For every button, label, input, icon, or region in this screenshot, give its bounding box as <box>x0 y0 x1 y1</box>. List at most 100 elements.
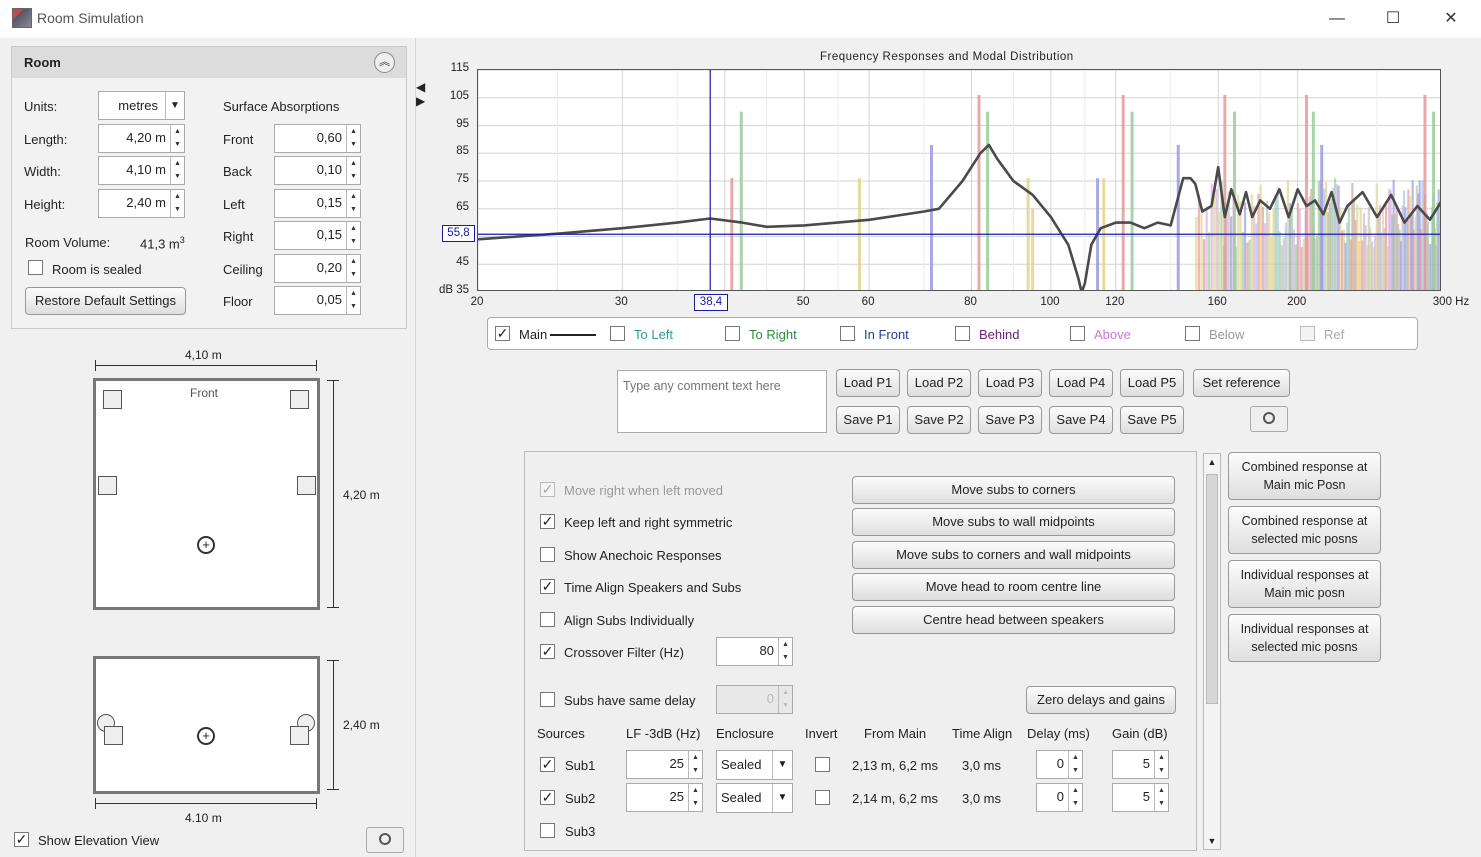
options-scrollbar[interactable]: ▲ ▼ <box>1203 453 1221 850</box>
lf-stepper-arrows-icon[interactable]: ▲ ▼ <box>688 751 702 778</box>
modal-bar <box>1298 208 1301 290</box>
chart-camera-snapshot-icon[interactable] <box>1250 406 1288 432</box>
speaker-front-right-icon[interactable] <box>290 390 309 409</box>
legend-label-above: Above <box>1094 327 1131 342</box>
delay-stepper-arrows-icon[interactable]: ▲ ▼ <box>1068 751 1082 778</box>
sub-right-elevation-icon[interactable] <box>290 726 309 745</box>
maximize-button[interactable]: ☐ <box>1370 4 1416 34</box>
sub-right-icon[interactable] <box>297 476 316 495</box>
length-stepper-arrows-icon[interactable]: ▲ ▼ <box>170 125 184 152</box>
x-tick-label: 20 <box>470 296 484 308</box>
modal-bar <box>1423 94 1427 290</box>
legend-checkbox-above[interactable] <box>1070 326 1085 341</box>
action-button-5[interactable]: Centre head between speakers <box>852 606 1175 634</box>
keep-symmetric-checkbox[interactable]: ✓ <box>540 514 555 529</box>
invert-checkbox[interactable] <box>815 790 830 805</box>
frequency-response-plot[interactable] <box>477 69 1441 291</box>
listener-head-icon[interactable]: + <box>197 536 215 554</box>
load-p1-button[interactable]: Load P1 <box>836 369 900 397</box>
room-sealed-checkbox[interactable] <box>28 260 43 275</box>
load-p3-button[interactable]: Load P3 <box>978 369 1042 397</box>
modal-bar <box>1176 144 1180 290</box>
legend-checkbox-behind[interactable] <box>955 326 970 341</box>
load-p5-button[interactable]: Load P5 <box>1120 369 1184 397</box>
scrollbar-thumb[interactable] <box>1206 474 1218 704</box>
room-elevation-view[interactable] <box>93 656 320 794</box>
enclosure-dropdown-arrow-icon[interactable]: ▼ <box>772 751 792 779</box>
source-checkbox-sub3[interactable] <box>540 823 555 838</box>
set-reference-button[interactable]: Set reference <box>1193 369 1290 397</box>
scroll-up-icon[interactable]: ▲ <box>1204 454 1220 470</box>
enclosure-dropdown-arrow-icon[interactable]: ▼ <box>772 784 792 812</box>
side-response-button-2[interactable]: Combined response at selected mic posns <box>1228 506 1381 554</box>
legend-checkbox-in-front[interactable] <box>840 326 855 341</box>
invert-checkbox[interactable] <box>815 757 830 772</box>
sub-left-icon[interactable] <box>98 476 117 495</box>
modal-bar <box>1268 212 1271 290</box>
x-tick-label: 100 <box>1040 296 1060 308</box>
gain-stepper-arrows-icon[interactable]: ▲ ▼ <box>1154 751 1168 778</box>
minimize-button[interactable]: — <box>1314 4 1360 34</box>
save-p5-button[interactable]: Save P5 <box>1120 406 1184 434</box>
x-tick-label: 80 <box>964 296 977 308</box>
lf-stepper-arrows-icon[interactable]: ▲ ▼ <box>688 784 702 811</box>
absorption-stepper-arrows-icon[interactable]: ▲ ▼ <box>346 222 360 249</box>
absorption-stepper-arrows-icon[interactable]: ▲ ▼ <box>346 255 360 282</box>
show-elevation-checkbox[interactable]: ✓ <box>14 832 29 847</box>
side-response-button-1[interactable]: Combined response at Main mic Posn <box>1228 452 1381 500</box>
listener-head-elevation-icon[interactable]: + <box>197 727 215 745</box>
action-button-1[interactable]: Move subs to corners <box>852 476 1175 504</box>
collapse-chevron-icon[interactable]: ︽ <box>374 52 395 73</box>
legend-checkbox-main[interactable]: ✓ <box>495 326 510 341</box>
comment-textarea[interactable] <box>617 370 827 433</box>
legend-checkbox-to-right[interactable] <box>725 326 740 341</box>
dim-tick <box>327 380 339 381</box>
absorption-stepper-arrows-icon[interactable]: ▲ ▼ <box>346 125 360 152</box>
save-p4-button[interactable]: Save P4 <box>1049 406 1113 434</box>
units-dropdown-arrow-icon[interactable]: ▼ <box>165 92 184 119</box>
action-button-2[interactable]: Move subs to wall midpoints <box>852 508 1175 536</box>
x-tick-label: 50 <box>796 296 810 308</box>
zero-delays-button[interactable]: Zero delays and gains <box>1026 686 1176 714</box>
save-p2-button[interactable]: Save P2 <box>907 406 971 434</box>
source-checkbox-sub1[interactable]: ✓ <box>540 757 555 772</box>
same-delay-checkbox[interactable] <box>540 692 555 707</box>
legend-label-main: Main <box>519 327 548 342</box>
source-checkbox-sub2[interactable]: ✓ <box>540 790 555 805</box>
scroll-down-icon[interactable]: ▼ <box>1204 833 1220 849</box>
delay-stepper-arrows-icon[interactable]: ▲ ▼ <box>1068 784 1082 811</box>
anechoic-checkbox[interactable] <box>540 547 555 562</box>
legend-checkbox-to-left[interactable] <box>610 326 625 341</box>
room-plan-view[interactable] <box>93 378 320 610</box>
sub-left-elevation-icon[interactable] <box>104 726 123 745</box>
restore-default-settings-button[interactable]: Restore Default Settings <box>25 287 186 315</box>
action-button-4[interactable]: Move head to room centre line <box>852 573 1175 601</box>
absorption-stepper-arrows-icon[interactable]: ▲ ▼ <box>346 190 360 217</box>
crossover-stepper-arrows-icon[interactable]: ▲ ▼ <box>778 638 792 665</box>
height-stepper-arrows-icon[interactable]: ▲ ▼ <box>170 190 184 217</box>
speaker-front-left-icon[interactable] <box>103 390 122 409</box>
save-p1-button[interactable]: Save P1 <box>836 406 900 434</box>
side-button-line1: Individual responses at <box>1240 568 1369 582</box>
save-p3-button[interactable]: Save P3 <box>978 406 1042 434</box>
enclosure-value: Sealed <box>721 757 762 772</box>
surface-absorptions-header: Surface Absorptions <box>223 99 340 114</box>
side-response-button-4[interactable]: Individual responses at selected mic posn… <box>1228 614 1381 662</box>
camera-snapshot-icon[interactable] <box>366 827 404 853</box>
modal-bar <box>1290 205 1294 290</box>
load-p2-button[interactable]: Load P2 <box>907 369 971 397</box>
absorption-stepper-arrows-icon[interactable]: ▲ ▼ <box>346 157 360 184</box>
absorption-stepper-arrows-icon[interactable]: ▲ ▼ <box>346 287 360 314</box>
time-align-checkbox[interactable]: ✓ <box>540 579 555 594</box>
gain-stepper-arrows-icon[interactable]: ▲ ▼ <box>1154 784 1168 811</box>
legend-checkbox-below[interactable] <box>1185 326 1200 341</box>
align-subs-checkbox[interactable] <box>540 612 555 627</box>
crossover-checkbox[interactable]: ✓ <box>540 644 555 659</box>
splitter-arrows-icon[interactable]: ◀ ▶ <box>416 80 425 116</box>
action-button-3[interactable]: Move subs to corners and wall midpoints <box>852 541 1175 569</box>
close-button[interactable]: ✕ <box>1428 4 1474 34</box>
dim-tick <box>95 360 96 371</box>
side-response-button-3[interactable]: Individual responses at Main mic posn <box>1228 560 1381 608</box>
load-p4-button[interactable]: Load P4 <box>1049 369 1113 397</box>
width-stepper-arrows-icon[interactable]: ▲ ▼ <box>170 157 184 184</box>
